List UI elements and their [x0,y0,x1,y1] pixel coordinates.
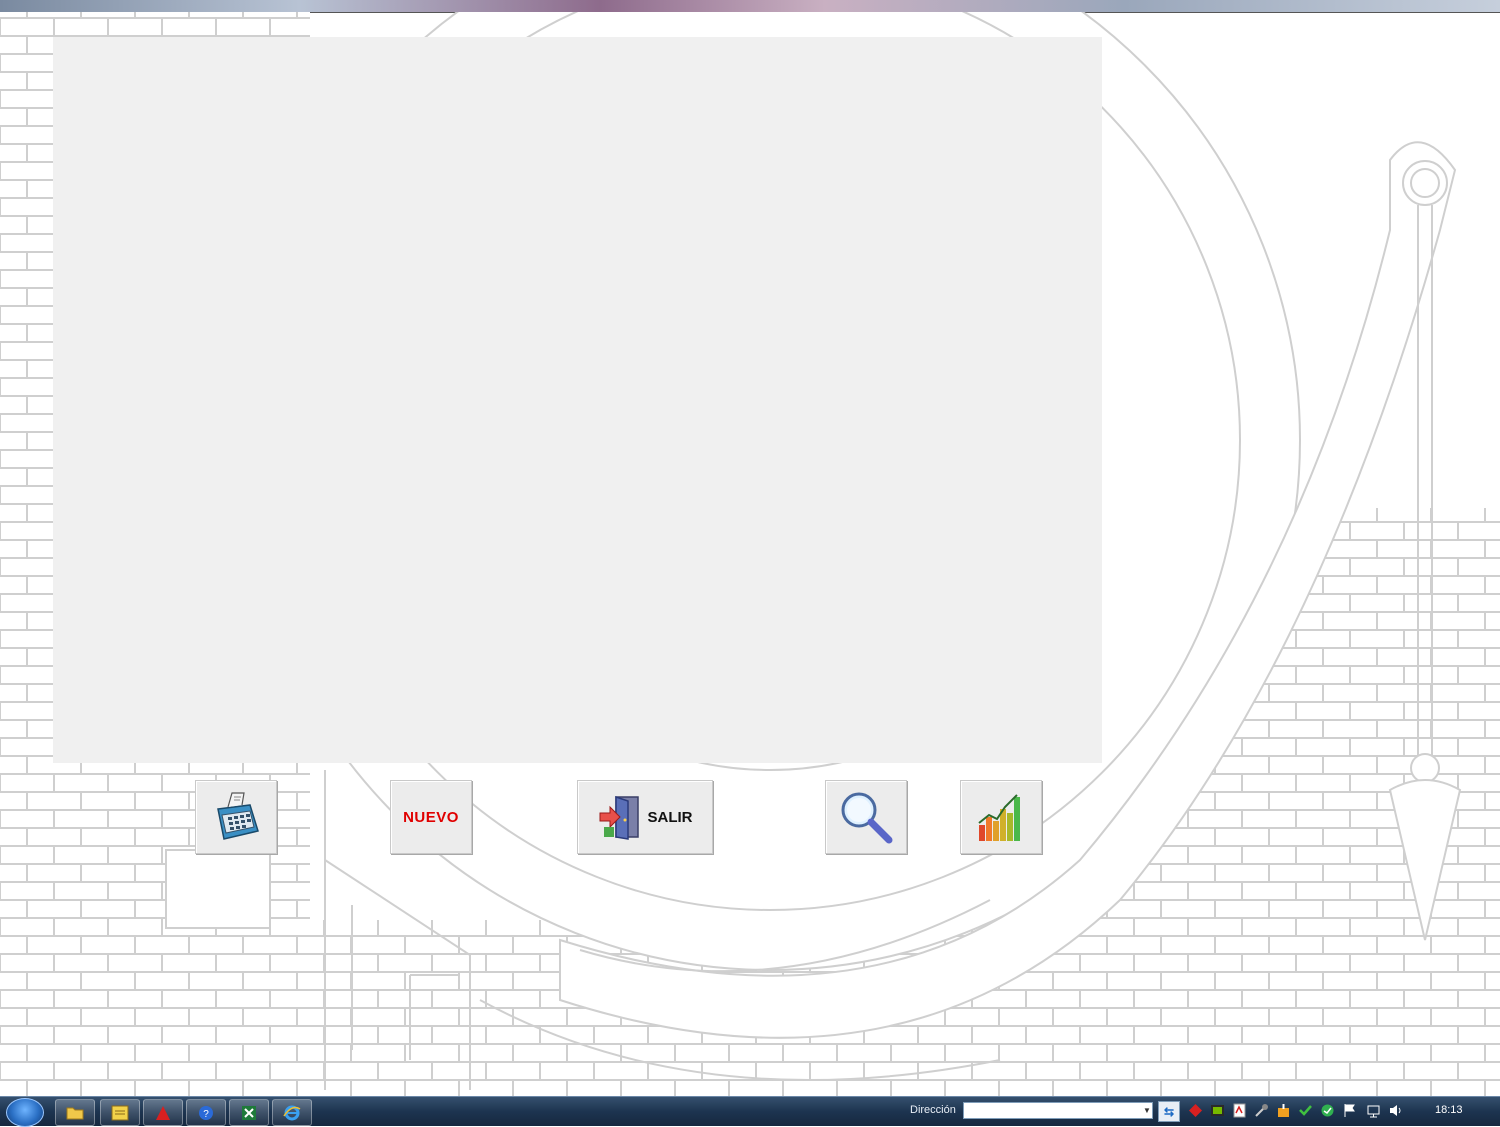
windows-taskbar: ? Dirección ▼ ⇆ 18:13 [0,1096,1500,1127]
tray-update-icon[interactable] [1320,1103,1335,1118]
help-icon: ? [199,1105,213,1120]
exit-door-icon [599,795,639,840]
tray-nvidia-icon[interactable] [1210,1103,1225,1118]
acrobat-icon [156,1105,170,1120]
svg-text:?: ? [203,1109,209,1120]
tray-package-icon[interactable] [1276,1103,1291,1118]
tray-red-diamond-icon[interactable] [1188,1103,1203,1118]
excel-icon [242,1105,256,1120]
magnifier-icon [841,792,893,844]
taskbar-excel-button[interactable] [229,1099,269,1126]
salir-button-label: SALIR [647,808,693,826]
bar-chart-icon [978,794,1020,841]
calculator-icon [217,792,259,840]
tray-volume-icon[interactable] [1388,1103,1403,1118]
cte-app-icon [111,1105,129,1120]
nuevo-button-label: NUEVO [403,808,459,826]
nuevo-button[interactable]: NUEVO [390,780,472,854]
taskbar-clock[interactable]: 18:13 [1435,1104,1463,1116]
calculator-button[interactable] [195,780,277,854]
taskbar-explorer-button[interactable] [55,1099,95,1126]
taskbar-acrobat-button[interactable] [143,1099,183,1126]
tray-network-icon[interactable] [1366,1103,1381,1118]
chevron-down-icon[interactable]: ▼ [1142,1104,1152,1117]
address-input[interactable] [963,1102,1153,1119]
start-button[interactable] [6,1098,44,1127]
taskbar-help-button[interactable]: ? [186,1099,226,1126]
statistics-button[interactable] [960,780,1042,854]
internet-explorer-icon [283,1105,301,1120]
tray-flag-icon[interactable] [1342,1103,1357,1118]
tray-security-icon[interactable] [1298,1103,1313,1118]
taskbar-cte-button[interactable] [100,1099,140,1126]
main-content-panel [53,37,1102,763]
salir-button[interactable]: SALIR [577,780,713,854]
address-label: Dirección [910,1104,956,1116]
tray-network-tools-icon[interactable] [1254,1103,1269,1118]
address-go-button[interactable]: ⇆ [1158,1101,1180,1122]
folder-icon [66,1107,84,1119]
search-button[interactable] [825,780,907,854]
tray-pdf-icon[interactable] [1232,1103,1247,1118]
taskbar-ie-button[interactable] [272,1099,312,1126]
